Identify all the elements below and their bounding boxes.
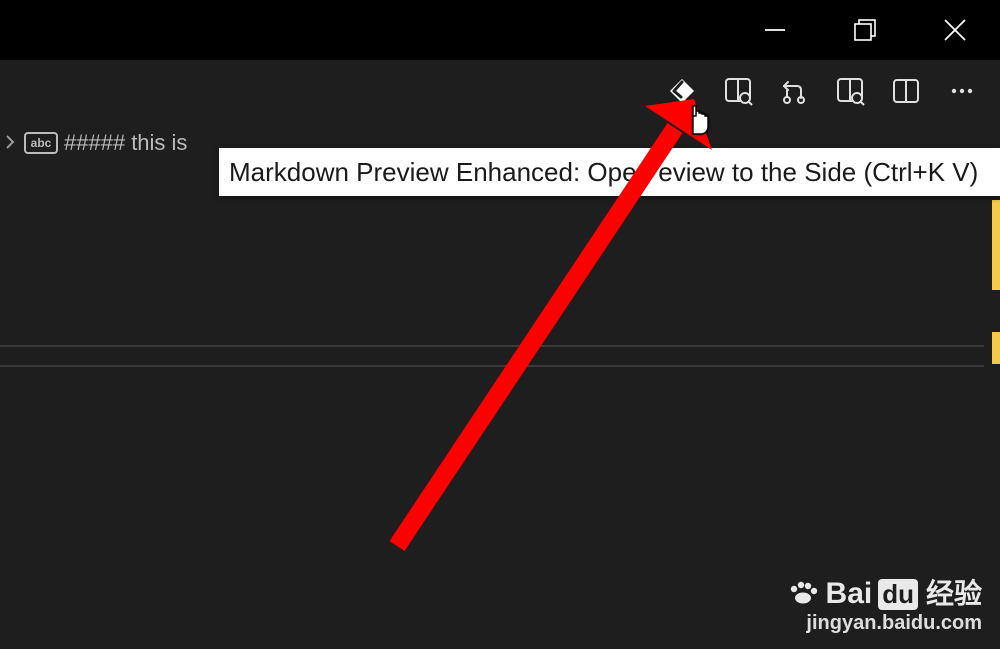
window-close-button[interactable] [910, 0, 1000, 60]
symbol-string-icon: abc [24, 132, 58, 154]
breadcrumb-heading-marker: ##### [64, 130, 125, 156]
split-editor-icon [891, 76, 921, 106]
more-actions-button[interactable] [934, 63, 990, 119]
open-preview-icon [835, 76, 865, 106]
editor-body[interactable] [0, 164, 1000, 649]
horizontal-rule [0, 345, 984, 347]
titlebar [0, 0, 1000, 60]
close-icon [942, 17, 968, 43]
change-indicator [992, 200, 1000, 290]
editor-toolbar [0, 60, 1000, 122]
change-indicator [992, 332, 1000, 364]
restore-icon [852, 17, 878, 43]
open-preview-side-button[interactable] [710, 63, 766, 119]
tooltip-text: Markdown Preview Enhanced: Open eview to… [229, 157, 978, 187]
split-editor-button[interactable] [878, 63, 934, 119]
minimize-icon [762, 17, 788, 43]
horizontal-rule [0, 365, 984, 367]
more-actions-icon [947, 76, 977, 106]
preview-side-icon [723, 76, 753, 106]
open-changes-button[interactable] [766, 63, 822, 119]
breadcrumb-text: this is [131, 130, 187, 156]
cursor-pointer-icon [684, 100, 712, 136]
chevron-right-icon [2, 130, 18, 156]
tooltip: Markdown Preview Enhanced: Open eview to… [219, 148, 1000, 196]
open-preview-button[interactable] [822, 63, 878, 119]
compare-changes-icon [779, 76, 809, 106]
window-minimize-button[interactable] [730, 0, 820, 60]
window-restore-button[interactable] [820, 0, 910, 60]
